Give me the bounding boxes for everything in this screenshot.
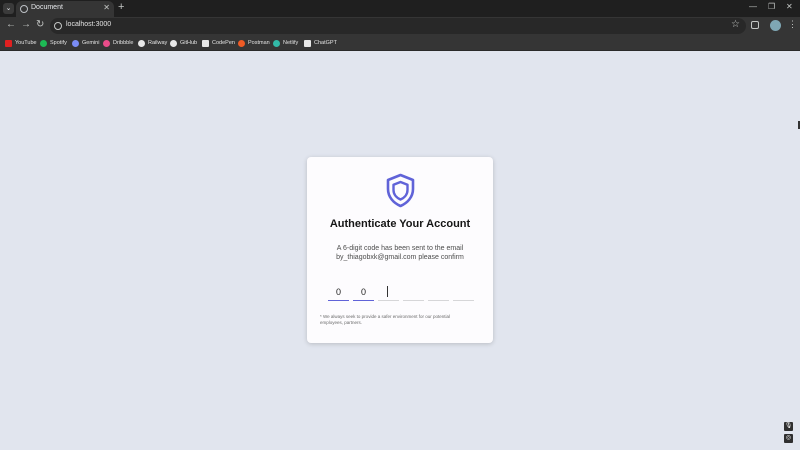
bookmark-gemini[interactable]: Gemini	[72, 38, 99, 48]
auth-description: A 6-digit code has been sent to the emai…	[336, 245, 464, 261]
chatgpt-icon	[304, 39, 311, 47]
dribbble-icon	[103, 39, 110, 47]
browser-tab[interactable]: Document ✕	[16, 1, 114, 17]
address-bar[interactable]: localhost:3000 ☆	[50, 18, 746, 34]
bookmark-label: Dribbble	[113, 40, 134, 46]
text-caret	[387, 286, 388, 297]
otp-digit-3[interactable]	[378, 283, 399, 301]
url-text[interactable]: localhost:3000	[66, 21, 111, 28]
lens-icon[interactable]: ◎	[784, 434, 793, 443]
bookmark-label: ChatGPT	[314, 40, 337, 46]
globe-icon	[20, 5, 28, 13]
shield-icon	[386, 173, 415, 208]
bookmark-label: Netlify	[283, 40, 299, 46]
bookmark-dribbble[interactable]: Dribbble	[103, 38, 133, 48]
close-window-icon[interactable]: ✕	[786, 2, 793, 11]
security-note: * We always seek to provide a safer envi…	[320, 314, 450, 325]
railway-icon	[138, 39, 145, 47]
gemini-icon	[72, 39, 79, 47]
restore-icon[interactable]: ❐	[768, 2, 775, 11]
otp-input-group	[328, 283, 474, 301]
github-icon	[170, 39, 177, 47]
close-tab-icon[interactable]: ✕	[103, 3, 110, 12]
tab-title: Document	[31, 4, 63, 11]
bookmark-youtube[interactable]: YouTube	[5, 38, 37, 48]
bookmark-label: Railway	[148, 40, 168, 46]
bookmark-label: YouTube	[15, 40, 37, 46]
youtube-icon	[5, 39, 12, 47]
bookmark-railway[interactable]: Railway	[138, 38, 167, 48]
bookmark-star-icon[interactable]: ☆	[731, 19, 740, 30]
bookmark-codepen[interactable]: CodePen	[202, 38, 235, 48]
menu-icon[interactable]: ⋮	[788, 19, 797, 30]
auth-title: Authenticate Your Account	[329, 218, 471, 230]
otp-digit-4[interactable]	[403, 283, 424, 301]
otp-digit-1[interactable]	[328, 283, 349, 301]
bookmark-postman[interactable]: Postman	[238, 38, 270, 48]
tab-search-icon[interactable]: ⌄	[3, 3, 14, 14]
minimize-icon[interactable]: —	[749, 2, 757, 11]
microphone-icon[interactable]: 🎙	[784, 422, 793, 431]
otp-digit-5[interactable]	[428, 283, 449, 301]
reload-icon[interactable]: ↻	[36, 19, 44, 30]
codepen-icon	[202, 39, 209, 47]
bookmark-label: Gemini	[82, 40, 100, 46]
bookmarks-bar: YouTube Spotify Gemini Dribbble Railway …	[0, 35, 800, 51]
tab-strip: ⌄ Document ✕ + — ❐ ✕	[0, 0, 800, 17]
browser-toolbar: ← → ↻ localhost:3000 ☆	[0, 17, 800, 35]
spotify-icon	[40, 39, 47, 47]
auth-card: Authenticate Your Account A 6-digit code…	[307, 157, 493, 343]
new-tab-icon[interactable]: +	[118, 1, 124, 13]
bookmark-chatgpt[interactable]: ChatGPT	[304, 38, 337, 48]
bookmark-spotify[interactable]: Spotify	[40, 38, 67, 48]
postman-icon	[238, 39, 245, 47]
netlify-icon	[273, 39, 280, 47]
bookmark-github[interactable]: GitHub	[170, 38, 197, 48]
otp-digit-2[interactable]	[353, 283, 374, 301]
forward-icon[interactable]: →	[21, 19, 31, 30]
bookmark-label: CodePen	[212, 40, 235, 46]
profile-avatar[interactable]	[770, 20, 781, 31]
bookmark-label: GitHub	[180, 40, 198, 46]
back-icon[interactable]: ←	[6, 19, 16, 30]
otp-digit-6[interactable]	[453, 283, 474, 301]
bookmark-label: Postman	[248, 40, 270, 46]
bookmark-label: Spotify	[50, 40, 67, 46]
extensions-icon[interactable]	[751, 21, 759, 29]
site-info-icon[interactable]	[54, 22, 62, 30]
bookmark-netlify[interactable]: Netlify	[273, 38, 298, 48]
